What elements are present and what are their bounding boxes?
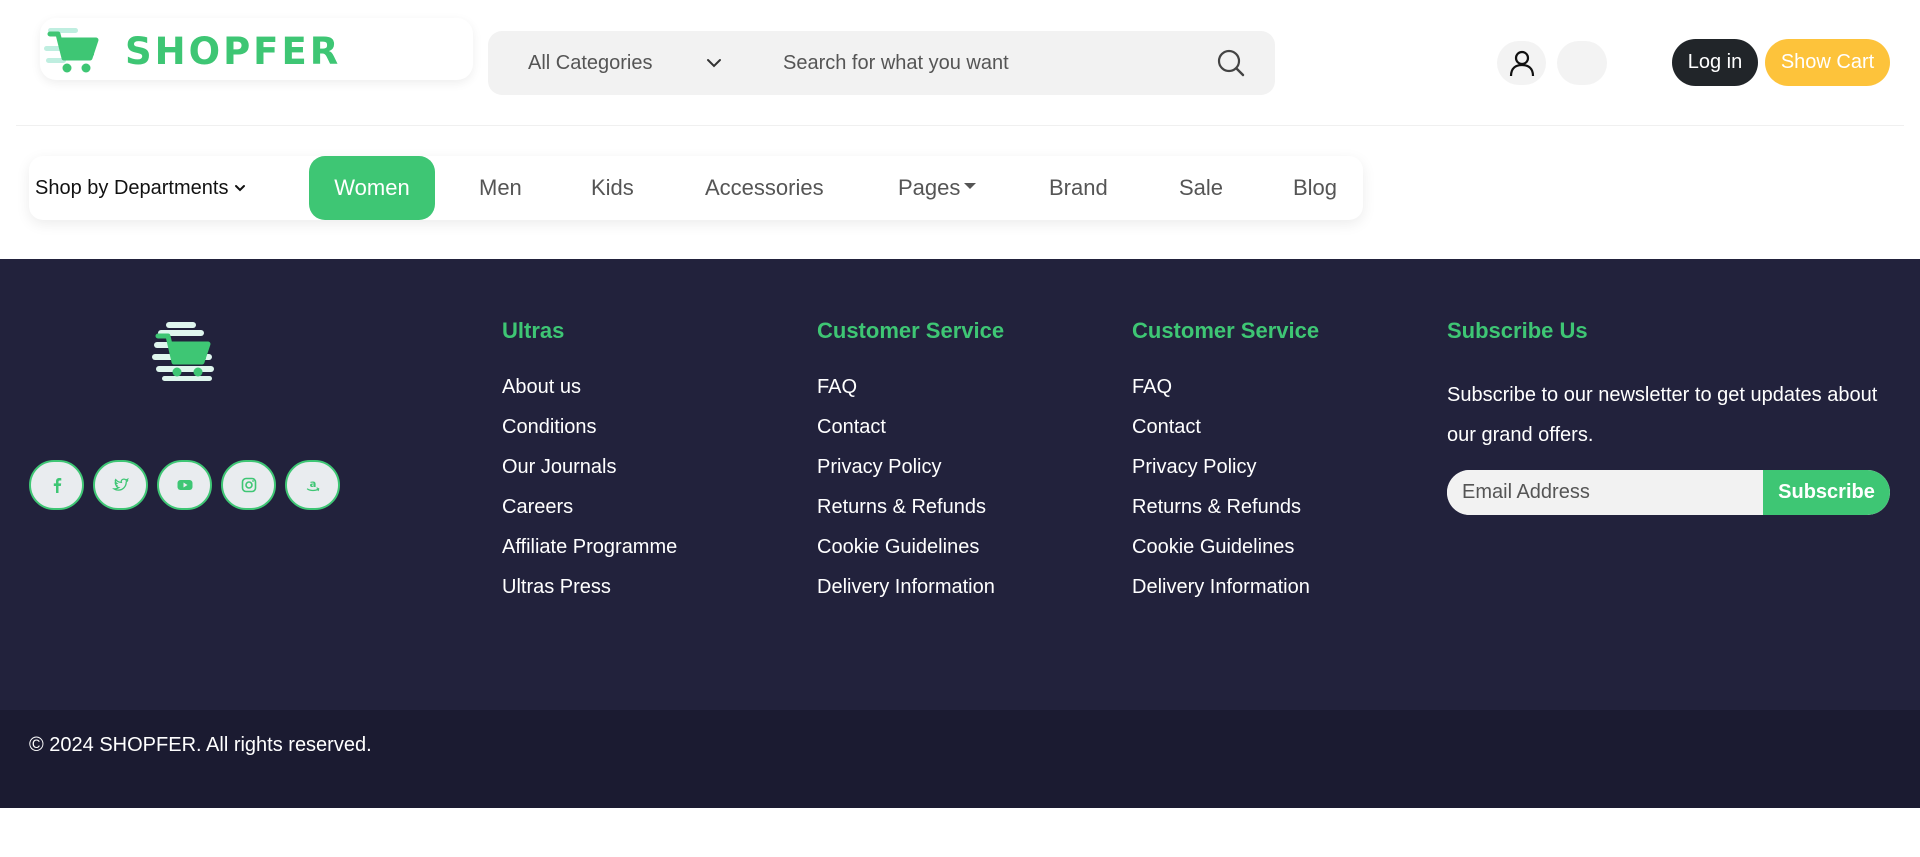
nav-item-label: Kids [591,175,634,200]
footer-link-our-journals[interactable]: Our Journals [502,455,677,495]
shop-by-departments-dropdown[interactable]: Shop by Departments [35,156,246,220]
nav-item-sale[interactable]: Sale [1179,156,1223,220]
footer-link-conditions[interactable]: Conditions [502,415,677,455]
nav-item-men[interactable]: Men [479,156,522,220]
footer-link-ultras-press[interactable]: Ultras Press [502,575,677,615]
search-input[interactable]: Search for what you want [783,31,1009,95]
nav-item-brand[interactable]: Brand [1049,156,1108,220]
nav-item-label: Women [334,175,410,200]
twitter-link[interactable] [93,460,148,510]
amazon-link[interactable]: a [285,460,340,510]
footer-link-faq[interactable]: FAQ [1132,375,1319,415]
footer-link-privacy-policy[interactable]: Privacy Policy [817,455,1004,495]
nav-item-label: Men [479,175,522,200]
footer-link-about-us[interactable]: About us [502,375,677,415]
email-field[interactable] [1447,470,1763,515]
copyright-bar: © 2024 SHOPFER. All rights reserved. [0,710,1920,808]
chevron-down-icon[interactable] [706,56,722,70]
nav-item-label: Brand [1049,175,1108,200]
show-cart-button[interactable]: Show Cart [1765,39,1890,86]
search-bar: All Categories Search for what you want [488,31,1275,95]
youtube-link[interactable] [157,460,212,510]
login-button[interactable]: Log in [1672,39,1758,86]
footer-link-careers[interactable]: Careers [502,495,677,535]
footer-link-returns-refunds[interactable]: Returns & Refunds [817,495,1004,535]
nav-item-accessories[interactable]: Accessories [705,156,824,220]
nav-item-kids[interactable]: Kids [591,156,634,220]
user-icon [1509,50,1534,77]
nav-item-label: Pages [898,175,961,200]
site-header: SHOPFER All Categories Search for what y… [0,0,1920,126]
footer-link-cookie-guidelines[interactable]: Cookie Guidelines [817,535,1004,575]
copyright-text: © 2024 SHOPFER. All rights reserved. [29,734,372,756]
facebook-link[interactable] [29,460,84,510]
caret-down-icon [964,183,977,189]
nav-item-label: Sale [1179,175,1224,200]
footer-link-contact[interactable]: Contact [1132,415,1319,455]
footer-column-title: Customer Service [817,318,1005,343]
footer-column-ultras: Ultras About us Conditions Our Journals … [502,318,677,615]
footer-link-affiliate-programme[interactable]: Affiliate Programme [502,535,677,575]
shopping-cart-icon [44,28,99,73]
footer-column-title: Subscribe Us [1447,318,1588,343]
youtube-icon [177,480,192,490]
footer-column-customer-service: Customer Service FAQ Contact Privacy Pol… [817,318,1004,615]
twitter-icon [111,477,129,491]
amazon-icon: a [306,479,319,492]
icon-button[interactable] [1557,41,1607,85]
footer-link-list: FAQ Contact Privacy Policy Returns & Ref… [817,375,1004,615]
footer-link-privacy-policy[interactable]: Privacy Policy [1132,455,1319,495]
shopping-cart-icon[interactable] [152,320,216,382]
footer-column-title: Customer Service [1132,318,1320,343]
search-icon[interactable] [1216,48,1246,78]
footer-link-delivery-information[interactable]: Delivery Information [1132,575,1319,615]
footer-link-list: FAQ Contact Privacy Policy Returns & Ref… [1132,375,1319,615]
svg-text:a: a [309,479,316,490]
instagram-link[interactable] [221,460,276,510]
nav-item-label: Blog [1293,175,1338,200]
departments-label: Shop by Departments [35,176,229,199]
category-select[interactable]: All Categories [528,31,653,95]
subscribe-button[interactable]: Subscribe [1763,470,1890,515]
social-links: a [29,460,349,510]
instagram-icon [241,477,256,493]
nav-item-women[interactable]: Women [309,156,435,220]
footer-link-faq[interactable]: FAQ [817,375,1004,415]
chevron-down-icon [235,185,246,192]
nav-item-pages[interactable]: Pages [898,156,977,220]
brand-name: SHOPFER [125,30,342,73]
footer-link-contact[interactable]: Contact [817,415,1004,455]
category-select-value: All Categories [528,51,653,74]
facebook-icon [53,478,61,493]
header-divider [16,125,1904,126]
footer-column-customer-service: Customer Service FAQ Contact Privacy Pol… [1132,318,1319,615]
footer-link-delivery-information[interactable]: Delivery Information [817,575,1004,615]
search-input-placeholder: Search for what you want [783,51,1009,74]
account-button[interactable] [1497,41,1546,85]
footer-link-list: About us Conditions Our Journals Careers… [502,375,677,615]
footer-column-subscribe: Subscribe Us Subscribe to our newsletter… [1447,318,1892,455]
newsletter-form: Subscribe [1447,470,1890,515]
footer-column-title: Ultras [502,318,565,343]
footer-link-returns-refunds[interactable]: Returns & Refunds [1132,495,1319,535]
main-nav: Shop by Departments Women Men Kids Acces… [29,156,1363,220]
brand-logo[interactable]: SHOPFER [40,18,473,80]
nav-item-blog[interactable]: Blog [1293,156,1337,220]
subscribe-description: Subscribe to our newsletter to get updat… [1447,384,1878,446]
nav-item-label: Accessories [705,175,824,200]
footer-link-cookie-guidelines[interactable]: Cookie Guidelines [1132,535,1319,575]
